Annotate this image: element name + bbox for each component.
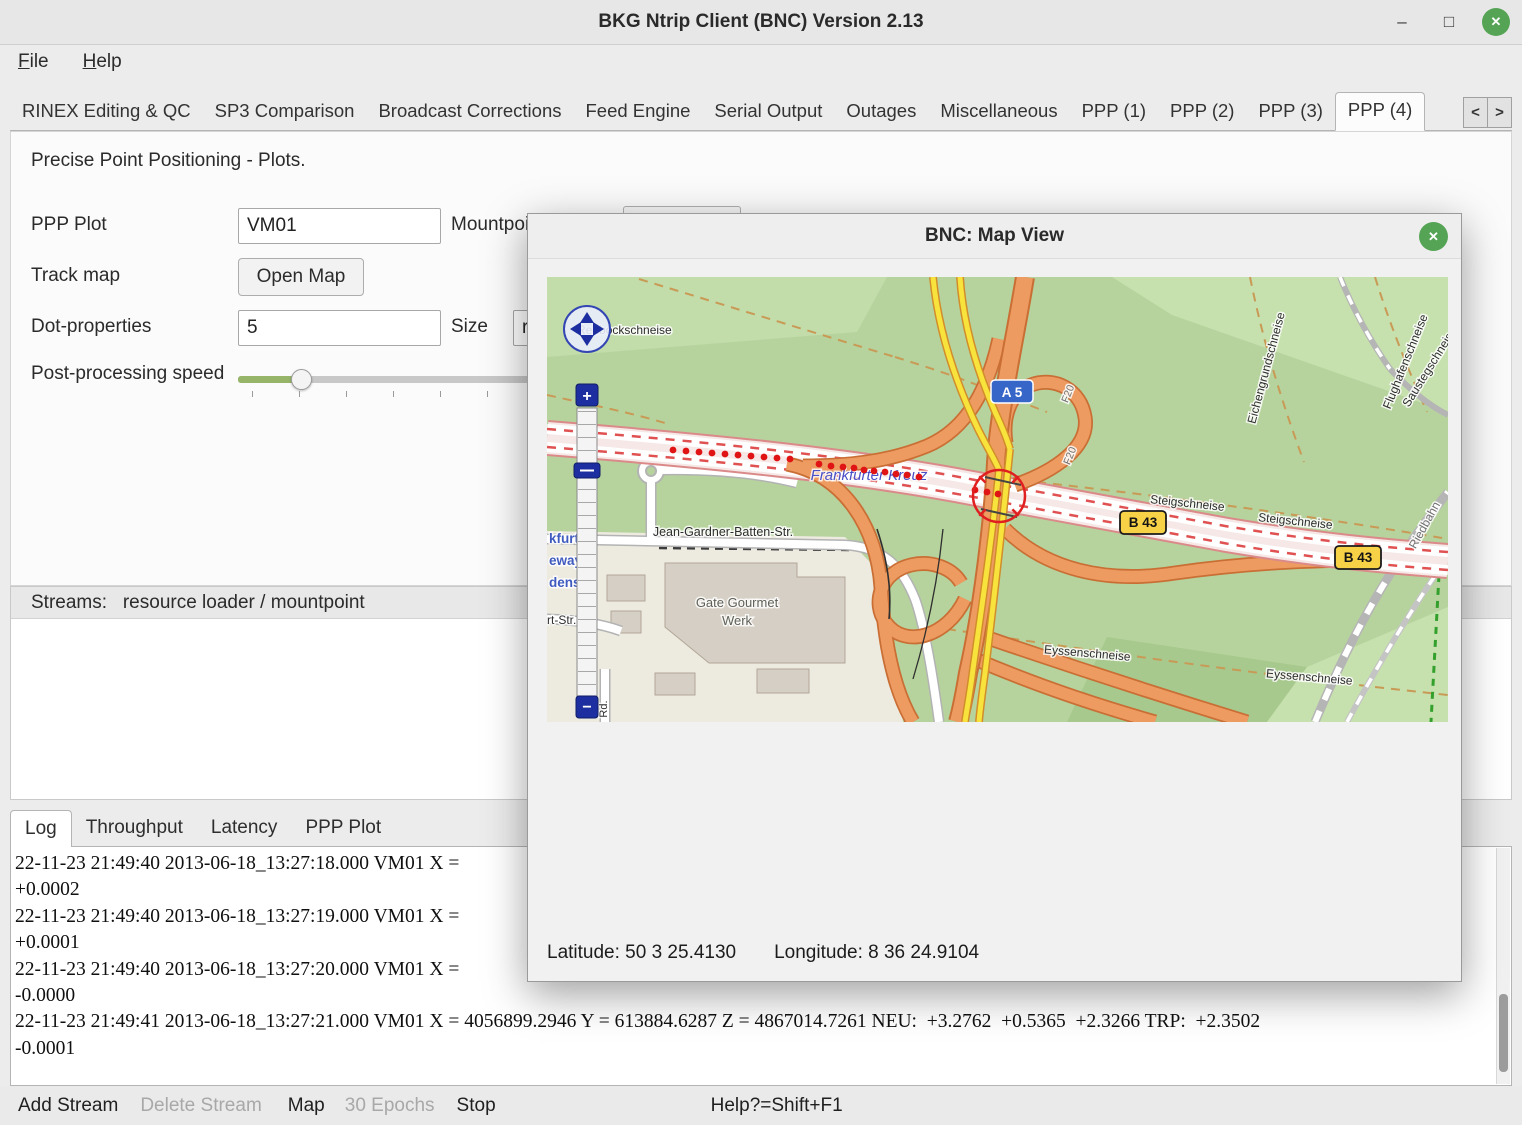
window-titlebar[interactable]: BKG Ntrip Client (BNC) Version 2.13 – □ … [0,0,1522,45]
main-tabbar: RINEX Editing & QC SP3 Comparison Broadc… [10,94,1512,131]
help-hint-label: Help?=Shift+F1 [711,1095,843,1117]
dialog-title: BNC: Map View [925,225,1064,247]
panel-description: Precise Point Positioning - Plots. [31,150,306,172]
ppp-plot-input[interactable] [238,208,441,244]
log-tabbar: Log Throughput Latency PPP Plot [10,806,395,846]
log-line: 22-11-23 21:49:41 2013-06-18_13:27:21.00… [15,1009,1493,1035]
label-gate-gourmet-werk: Werk [722,613,753,628]
slider-handle[interactable] [291,369,312,390]
pan-control[interactable] [564,306,610,352]
map-canvas[interactable]: Rehbockschneise Frankfurter Kreuz Jean-G… [547,277,1448,722]
log-line: -0.0000 [15,983,1493,1009]
tab-sp3-comparison[interactable]: SP3 Comparison [203,93,367,130]
tab-rinex-editing-qc[interactable]: RINEX Editing & QC [10,93,203,130]
zoom-slider-track[interactable] [577,408,597,696]
tab-serial-output[interactable]: Serial Output [702,93,834,130]
label-district-frag3: dens [549,575,581,590]
menubar: File Help [0,44,1522,80]
longitude-value: Longitude: 8 36 24.9104 [774,942,979,964]
label-gate-gourmet: Gate Gourmet [696,595,779,610]
open-map-button[interactable]: Open Map [238,258,364,296]
close-button[interactable]: ✕ [1482,8,1510,36]
b43-shield-west-text: B 43 [1129,515,1158,530]
tab-log[interactable]: Log [10,810,72,847]
window-title: BKG Ntrip Client (BNC) Version 2.13 [598,11,923,33]
stop-button[interactable]: Stop [457,1095,496,1117]
menu-help[interactable]: Help [83,51,122,73]
map-button[interactable]: Map [288,1095,325,1117]
zoom-out-icon: − [582,699,591,716]
tab-latency[interactable]: Latency [197,810,292,846]
size-label: Size [451,316,488,338]
tab-ppp-1[interactable]: PPP (1) [1070,93,1158,130]
dialog-close-button[interactable]: ✕ [1419,222,1448,251]
tab-throughput[interactable]: Throughput [72,810,197,846]
map-viewport: Rehbockschneise Frankfurter Kreuz Jean-G… [547,277,1448,722]
tab-outages[interactable]: Outages [834,93,928,130]
label-street-frag: rt-Str. [547,613,576,627]
ppp-plot-label: PPP Plot [31,214,107,236]
map-view-dialog: BNC: Map View ✕ [527,213,1462,982]
zoom-in-icon: + [582,388,591,405]
tab-scroll-left-button[interactable]: < [1463,97,1488,128]
bnc-main-window: BKG Ntrip Client (BNC) Version 2.13 – □ … [0,0,1522,1125]
tab-broadcast-corrections[interactable]: Broadcast Corrections [366,93,573,130]
tab-ppp-2[interactable]: PPP (2) [1158,93,1246,130]
latitude-value: Latitude: 50 3 25.4130 [547,942,736,964]
epochs-button[interactable]: 30 Epochs [345,1095,435,1117]
track-map-label: Track map [31,265,120,287]
dialog-titlebar[interactable]: BNC: Map View ✕ [528,214,1461,259]
label-road-frag: Rd. [598,700,610,717]
b43-shield-east-text: B 43 [1344,550,1373,565]
statusbar: Add Stream Delete Stream Map 30 Epochs S… [0,1086,1522,1125]
delete-stream-button[interactable]: Delete Stream [140,1095,261,1117]
a5-shield-text: A 5 [1002,385,1023,400]
maximize-button[interactable]: □ [1435,8,1463,36]
add-stream-button[interactable]: Add Stream [18,1095,118,1117]
tab-ppp-4[interactable]: PPP (4) [1335,92,1425,131]
label-jean-gardner-batten-str: Jean-Gardner-Batten-Str. [653,525,793,539]
position-readout: Latitude: 50 3 25.4130 Longitude: 8 36 2… [547,942,979,964]
minimize-button[interactable]: – [1388,8,1416,36]
log-line: -0.0001 [15,1036,1493,1062]
log-scrollbar-thumb[interactable] [1499,994,1508,1072]
tab-miscellaneous[interactable]: Miscellaneous [928,93,1069,130]
dot-properties-label: Dot-properties [31,316,151,338]
menu-file[interactable]: File [18,51,49,73]
tab-scroll-right-button[interactable]: > [1488,97,1512,128]
post-processing-speed-label: Post-processing speed [31,363,224,385]
dot-size-input[interactable] [238,310,441,346]
post-processing-speed-slider[interactable] [238,367,530,397]
log-scrollbar[interactable] [1496,848,1510,1084]
tab-ppp-3[interactable]: PPP (3) [1246,93,1334,130]
tab-ppp-plot[interactable]: PPP Plot [291,810,395,846]
tab-feed-engine[interactable]: Feed Engine [574,93,703,130]
